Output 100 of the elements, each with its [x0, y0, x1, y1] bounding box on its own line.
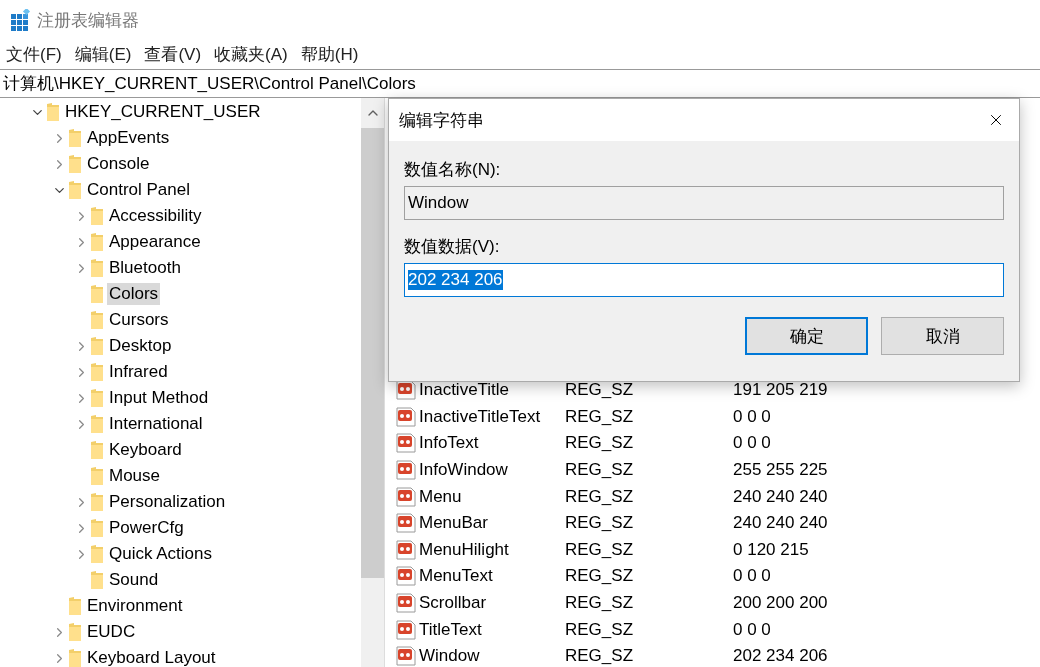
value-data: 0 0 0 — [733, 433, 771, 454]
string-value-icon — [395, 512, 417, 535]
value-type: REG_SZ — [565, 406, 635, 427]
tree-item[interactable]: Bluetooth — [107, 257, 183, 279]
value-type: REG_SZ — [565, 486, 635, 507]
value-name: Menu — [419, 486, 463, 507]
tree-item[interactable]: Keyboard Layout — [85, 647, 218, 667]
tree-item[interactable]: AppEvents — [85, 127, 172, 149]
folder-icon — [46, 102, 60, 122]
value-type: REG_SZ — [565, 619, 635, 640]
folder-icon — [68, 596, 82, 616]
tree-item[interactable]: Infrared — [107, 361, 170, 383]
folder-icon — [90, 544, 104, 564]
address-bar[interactable]: 计算机\HKEY_CURRENT_USER\Control Panel\Colors — [0, 69, 1040, 98]
string-value-icon — [395, 565, 417, 588]
tree-item[interactable]: International — [107, 413, 205, 435]
folder-icon — [68, 154, 82, 174]
value-type: REG_SZ — [565, 380, 635, 401]
string-value-icon — [395, 432, 417, 455]
value-type: REG_SZ — [565, 460, 635, 481]
folder-icon — [90, 258, 104, 278]
tree-item[interactable]: Appearance — [107, 231, 203, 253]
input-field[interactable]: Window — [404, 186, 1004, 220]
folder-icon — [68, 180, 82, 200]
value-name: InfoWindow — [419, 460, 509, 481]
input-field[interactable]: 202 234 206 — [404, 263, 1004, 297]
tree-item[interactable]: Console — [85, 153, 152, 175]
value-name: MenuBar — [419, 513, 489, 534]
tree-item[interactable]: Control Panel — [85, 179, 192, 201]
field-label: 数值名称(N): — [404, 159, 501, 180]
value-data: 240 240 240 — [733, 513, 828, 534]
folder-icon — [90, 440, 104, 460]
tree-item[interactable]: Quick Actions — [107, 543, 214, 565]
value-type: REG_SZ — [565, 593, 635, 614]
folder-icon — [90, 518, 104, 538]
value-name: InfoText — [419, 433, 480, 454]
tree-item[interactable]: Input Method — [107, 387, 211, 409]
string-value-icon — [395, 592, 417, 615]
value-data: 0 0 0 — [733, 406, 771, 427]
value-name: MenuText — [419, 566, 494, 587]
dialog-button[interactable]: 确定 — [745, 317, 868, 355]
menu-item[interactable]: 收藏夹(A) — [214, 43, 288, 66]
folder-icon — [68, 648, 82, 667]
folder-icon — [68, 128, 82, 148]
value-name: InactiveTitleText — [419, 406, 542, 427]
string-value-icon — [395, 485, 417, 508]
registry-icon — [9, 9, 31, 31]
tree-item[interactable]: Accessibility — [107, 205, 204, 227]
value-data: 255 255 225 — [733, 460, 828, 481]
value-data: 0 0 0 — [733, 566, 771, 587]
value-type: REG_SZ — [565, 646, 635, 667]
tree-item[interactable]: Mouse — [107, 465, 163, 487]
folder-icon — [90, 466, 104, 486]
folder-icon — [90, 206, 104, 226]
tree-item[interactable]: Keyboard — [107, 439, 184, 461]
folder-icon — [90, 310, 104, 330]
tree-item[interactable]: Sound — [107, 569, 161, 591]
value-data: 0 120 215 — [733, 539, 809, 560]
value-type: REG_SZ — [565, 566, 635, 587]
folder-icon — [90, 492, 104, 512]
folder-icon — [90, 570, 104, 590]
value-name: TitleText — [419, 619, 483, 640]
folder-icon — [90, 362, 104, 382]
value-data: 240 240 240 — [733, 486, 828, 507]
dialog-button[interactable]: 取消 — [881, 317, 1004, 355]
folder-icon — [90, 336, 104, 356]
tree-item[interactable]: EUDC — [85, 621, 138, 643]
folder-icon — [90, 284, 104, 304]
value-data: 0 0 0 — [733, 619, 771, 640]
value-type: REG_SZ — [565, 513, 635, 534]
value-data: 191 205 219 — [733, 380, 828, 401]
tree-item[interactable]: Cursors — [107, 309, 171, 331]
string-value-icon — [395, 379, 417, 402]
value-data: 202 234 206 — [733, 646, 828, 667]
string-value-icon — [395, 538, 417, 561]
value-name: Scrollbar — [419, 593, 488, 614]
menu-item[interactable]: 编辑(E) — [74, 43, 132, 66]
tree-item[interactable]: Colors — [107, 283, 161, 305]
tree-item[interactable]: PowerCfg — [107, 517, 186, 539]
tree-item[interactable]: Environment — [85, 595, 185, 617]
field-label: 数值数据(V): — [404, 236, 500, 257]
tree-item[interactable]: Desktop — [107, 335, 174, 357]
string-value-icon — [395, 618, 417, 641]
string-value-icon — [395, 405, 417, 428]
tree-item[interactable]: Personalization — [107, 491, 228, 513]
folder-icon — [90, 414, 104, 434]
value-name: MenuHilight — [419, 539, 510, 560]
folder-icon — [68, 622, 82, 642]
value-type: REG_SZ — [565, 539, 635, 560]
dialog-title: 编辑字符串 — [399, 109, 484, 132]
value-type: REG_SZ — [565, 433, 635, 454]
value-name: Window — [419, 646, 481, 667]
string-value-icon — [395, 459, 417, 482]
value-name: InactiveTitle — [419, 380, 511, 401]
menu-item[interactable]: 文件(F) — [6, 43, 62, 66]
scrollbar-thumb[interactable] — [361, 128, 384, 578]
menu-item[interactable]: 帮助(H) — [300, 43, 359, 66]
window-title: 注册表编辑器 — [37, 9, 139, 32]
tree-item[interactable]: HKEY_CURRENT_USER — [63, 101, 263, 123]
menu-item[interactable]: 查看(V) — [144, 43, 202, 66]
